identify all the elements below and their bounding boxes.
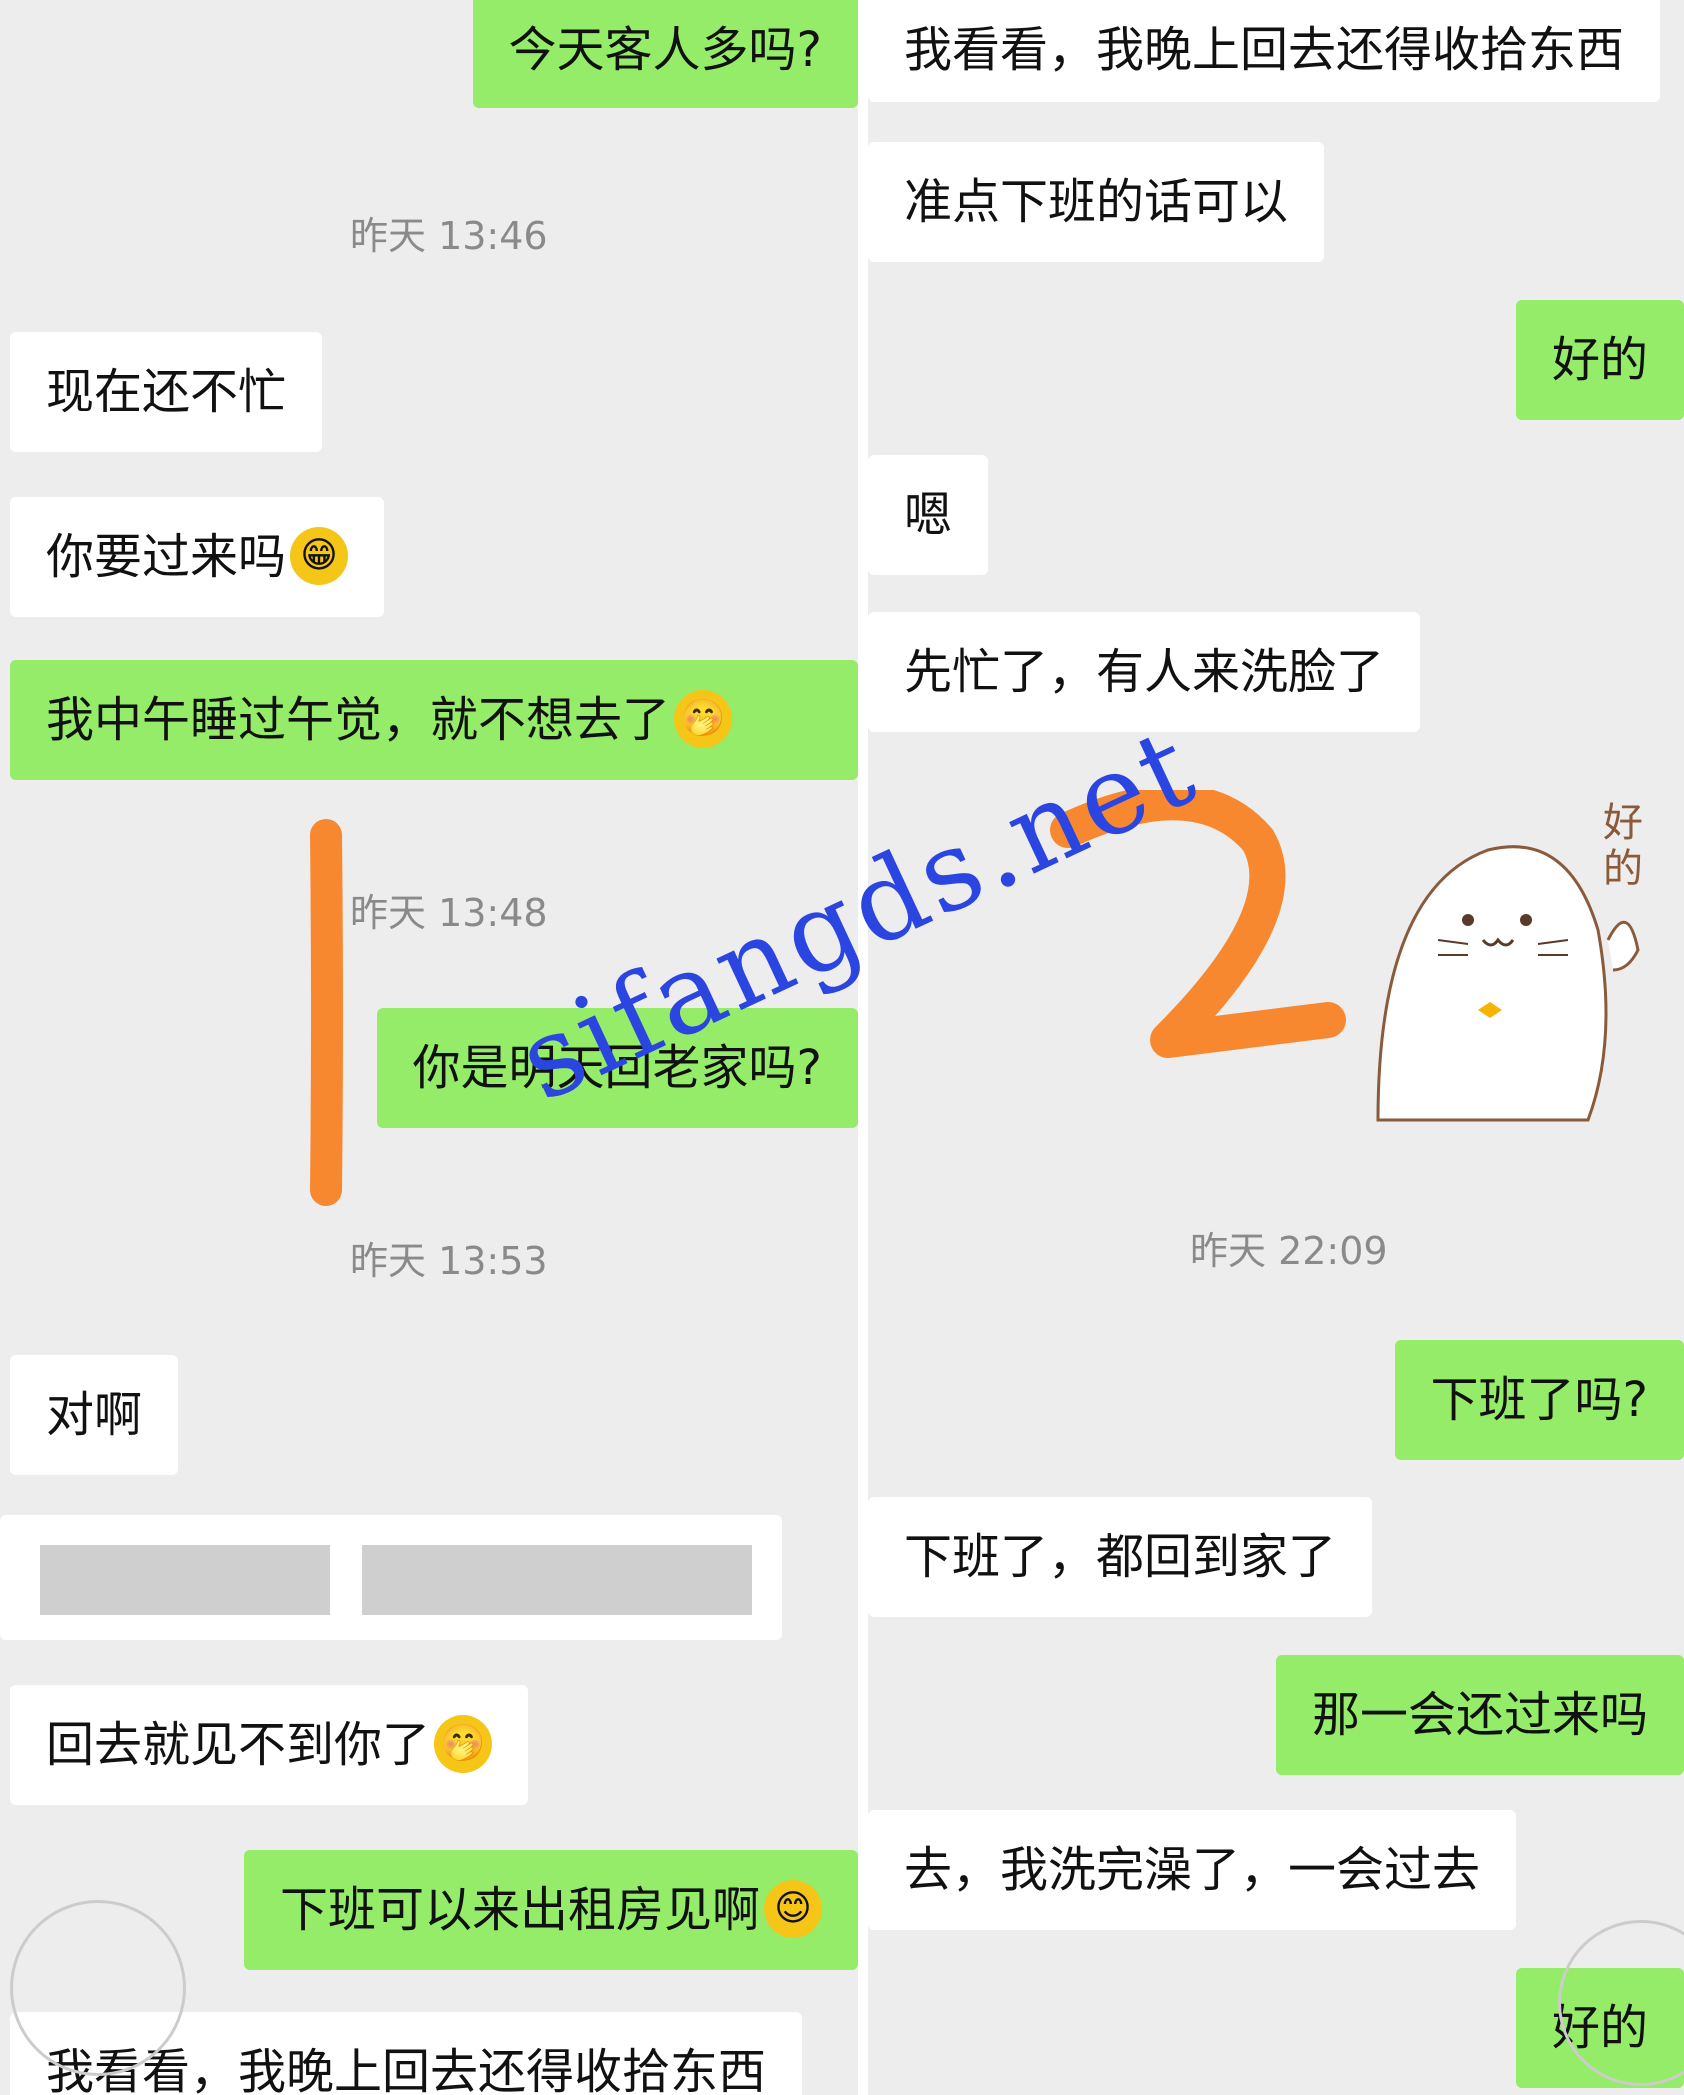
message-bubble[interactable]: 下班了，都回到家了 <box>868 1497 1373 1617</box>
timestamp: 昨天 22:09 <box>1190 1229 1388 1273</box>
blurred-block <box>40 1545 330 1615</box>
message-text: 对啊 <box>46 1387 143 1443</box>
message-bubble[interactable]: 你要过来吗 😁 <box>10 497 385 617</box>
left-chat-panel: 今天客人多吗? 昨天 13:46 现在还不忙 你要过来吗 😁 我中午睡过午觉，就不… <box>0 0 858 2095</box>
panel-divider <box>858 0 868 2095</box>
message-bubble[interactable]: 好的 <box>1515 300 1684 420</box>
message-text: 今天客人多吗? <box>508 22 822 78</box>
message-bubble[interactable]: 下班了吗? <box>1394 1340 1684 1460</box>
annotation-mark-1 <box>310 819 343 1206</box>
message-bubble[interactable]: 对啊 <box>10 1355 179 1475</box>
message-text: 下班了吗? <box>1430 1372 1648 1428</box>
timestamp: 昨天 13:53 <box>350 1239 548 1283</box>
message-bubble[interactable]: 今天客人多吗? <box>472 0 858 108</box>
shy-emoji-icon: 🤭 <box>434 1715 493 1773</box>
timestamp: 昨天 13:48 <box>350 891 548 935</box>
message-bubble[interactable]: 去，我洗完澡了，一会过去 <box>868 1810 1517 1930</box>
message-bubble[interactable]: 下班可以来出租房见啊 😊 <box>243 1850 858 1970</box>
message-text: 下班可以来出租房见啊 <box>279 1882 760 1938</box>
message-bubble[interactable]: 嗯 <box>868 455 989 575</box>
message-bubble[interactable]: 准点下班的话可以 <box>868 142 1325 262</box>
message-bubble[interactable]: 我中午睡过午觉，就不想去了 🤭 <box>10 660 858 780</box>
message-text: 先忙了，有人来洗脸了 <box>904 644 1385 700</box>
blurred-block <box>362 1545 752 1615</box>
message-bubble[interactable]: 我看看，我晚上回去还得收拾东西 <box>868 0 1661 102</box>
circle-badge-icon <box>10 1900 186 2076</box>
message-text: 嗯 <box>904 487 953 543</box>
right-chat-panel: 我看看，我晚上回去还得收拾东西 准点下班的话可以 好的 嗯 先忙了，有人来洗脸了… <box>868 0 1684 2095</box>
message-text: 回去就见不到你了 <box>46 1717 431 1773</box>
message-bubble[interactable]: 那一会还过来吗 <box>1275 1655 1684 1775</box>
message-text: 现在还不忙 <box>46 364 287 420</box>
message-text: 我看看，我晚上回去还得收拾东西 <box>904 22 1625 78</box>
message-text: 我中午睡过午觉，就不想去了 <box>46 692 671 748</box>
shy-emoji-icon: 🤭 <box>674 690 733 748</box>
message-text: 你要过来吗 <box>46 529 287 585</box>
message-text: 准点下班的话可以 <box>904 174 1289 230</box>
message-text: 去，我洗完澡了，一会过去 <box>904 1842 1481 1898</box>
grin-emoji-icon: 😁 <box>290 527 349 585</box>
smile-emoji-icon: 😊 <box>764 1880 822 1938</box>
message-text: 那一会还过来吗 <box>1311 1687 1648 1743</box>
message-bubble[interactable]: 回去就见不到你了 🤭 <box>10 1685 529 1805</box>
sticker-caption: 好的 <box>1603 800 1643 892</box>
timestamp: 昨天 13:46 <box>350 214 548 258</box>
message-bubble[interactable]: 现在还不忙 <box>10 332 323 452</box>
message-text: 好的 <box>1551 332 1648 388</box>
message-text: 下班了，都回到家了 <box>904 1529 1337 1585</box>
